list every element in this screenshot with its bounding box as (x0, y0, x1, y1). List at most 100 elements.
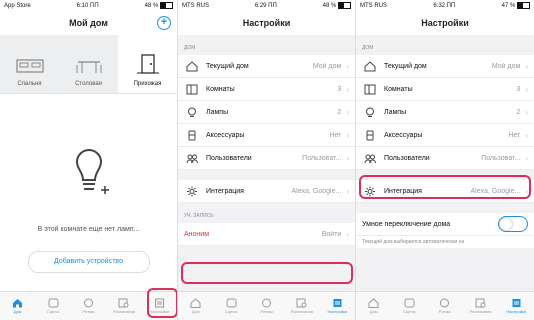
chevron-right-icon: › (525, 130, 528, 140)
rooms-icon (362, 84, 378, 95)
account-name: Аноним (184, 230, 210, 238)
chevron-right-icon: › (346, 153, 349, 163)
house-icon (190, 298, 201, 308)
time-label: 6:32 ПП (433, 2, 456, 9)
chevron-right-icon: › (346, 229, 349, 239)
chevron-right-icon: › (525, 153, 528, 163)
tab-settings[interactable]: Настройки (320, 292, 355, 320)
row-value: 2 (516, 108, 521, 116)
row-value: Нет (329, 131, 342, 139)
time-label: 6:29 ПП (254, 2, 277, 9)
integration-list: Интеграция Alexa, Google... › (356, 180, 534, 203)
schedule-icon (475, 298, 486, 308)
nav-bar: Настройки (178, 11, 355, 35)
chevron-right-icon: › (346, 61, 349, 71)
room-label: Столовая (75, 81, 102, 87)
integration-icon (362, 186, 378, 197)
chevron-right-icon: › (525, 107, 528, 117)
tab-bar: Дом Сцены Ритмы Расписания Настройки (178, 291, 355, 320)
section-header-home: ДОМ (362, 45, 374, 51)
tab-label: Расписания (112, 309, 135, 314)
room-item-bedroom[interactable]: Спальня (0, 35, 59, 93)
row-current-home[interactable]: Текущий дом Мой дом › (356, 55, 534, 78)
time-label: 6:10 ПП (76, 2, 99, 9)
row-label: Аксессуары (206, 131, 245, 139)
tab-label: Ритмы (82, 309, 95, 314)
row-current-home[interactable]: Текущий дом Мой дом › (178, 55, 355, 78)
tab-settings[interactable]: Настройки (142, 292, 177, 320)
tab-rhythms[interactable]: Ритмы (71, 292, 106, 320)
row-rooms[interactable]: Комнаты 3 › (178, 78, 355, 101)
door-icon (136, 54, 159, 74)
row-value: 2 (337, 108, 342, 116)
row-label: Лампы (206, 108, 229, 116)
row-value: Мой дом (312, 62, 342, 70)
row-value: 3 (337, 85, 342, 93)
scenes-icon (404, 298, 415, 308)
row-value: Alexa, Google... (291, 187, 342, 195)
battery-label: 47 % (501, 3, 516, 10)
battery-icon (338, 1, 351, 9)
accessory-icon (362, 130, 378, 141)
tab-label: Ритмы (260, 309, 273, 314)
tab-schedules[interactable]: Расписания (463, 292, 499, 320)
add-icon[interactable]: + (157, 16, 171, 30)
tab-label: Настройки (506, 309, 526, 314)
tab-label: Дом (369, 309, 378, 314)
row-accessories[interactable]: Аксессуары Нет › (356, 124, 534, 147)
tab-scenes[interactable]: Сцены (392, 292, 428, 320)
tab-schedules[interactable]: Расписания (284, 292, 319, 320)
battery-indicator: 48 % (145, 1, 173, 9)
add-device-button[interactable]: Добавить устройство (27, 251, 150, 273)
page-title: Настройки (242, 18, 291, 28)
tab-settings[interactable]: Настройки (498, 292, 534, 320)
row-integration[interactable]: Интеграция Alexa, Google... › (178, 180, 355, 203)
account-list: Аноним Войти › (178, 223, 355, 246)
row-integration[interactable]: Интеграция Alexa, Google... › (356, 180, 534, 203)
tab-label: Настройки (149, 309, 170, 314)
screen-settings-anonymous: MTS RUS 6:29 ПП 48 % Настройки ДОМ Текущ… (178, 0, 356, 320)
schedule-icon (118, 298, 129, 308)
row-users[interactable]: Пользователи Пользоват... › (178, 147, 355, 170)
tab-rhythms[interactable]: Ритмы (249, 292, 284, 320)
row-value: Нет (508, 131, 521, 139)
tab-label: Дом (191, 309, 200, 314)
bed-icon (15, 59, 44, 73)
row-lamps[interactable]: Лампы 2 › (356, 101, 534, 124)
login-link[interactable]: Войти (322, 231, 342, 238)
row-label: Текущий дом (384, 62, 427, 70)
room-selector: Спальня Столовая Прихожая (0, 35, 177, 94)
tab-rhythms[interactable]: Ритмы (427, 292, 463, 320)
smart-switch-list: Умное переключение дома (356, 213, 534, 236)
tab-label: Ритмы (438, 309, 452, 314)
settings-icon (154, 298, 164, 308)
house-icon (368, 298, 379, 308)
chevron-right-icon: › (525, 84, 528, 94)
tab-schedules[interactable]: Расписания (106, 292, 141, 320)
row-label: Аксессуары (384, 131, 423, 139)
room-item-dining[interactable]: Столовая (59, 35, 118, 93)
row-rooms[interactable]: Комнаты 3 › (356, 78, 534, 101)
battery-indicator: 48 % (323, 1, 351, 9)
tab-home[interactable]: Дом (0, 292, 35, 320)
row-lamps[interactable]: Лампы 2 › (178, 101, 355, 124)
tab-home[interactable]: Дом (178, 292, 213, 320)
settings-icon (512, 299, 521, 307)
scenes-icon (226, 298, 237, 308)
room-item-hallway[interactable]: Прихожая (118, 35, 177, 93)
tab-scenes[interactable]: Сцены (213, 292, 248, 320)
smart-switch-toggle[interactable] (498, 216, 528, 232)
row-accessories[interactable]: Аксессуары Нет › (178, 124, 355, 147)
battery-icon (160, 1, 173, 9)
tab-home[interactable]: Дом (356, 292, 392, 320)
lamps-icon (184, 107, 200, 118)
row-account-anonymous[interactable]: Аноним Войти › (178, 223, 355, 246)
status-bar: App Store 6:10 ПП 48 % (0, 0, 177, 11)
home-outline-icon (362, 60, 378, 72)
highlight-account-row (181, 262, 353, 284)
row-label: Текущий дом (206, 62, 249, 70)
tab-label: Дом (13, 309, 22, 314)
tab-scenes[interactable]: Сцены (35, 292, 70, 320)
row-users[interactable]: Пользователи Пользоват... › (356, 147, 534, 170)
